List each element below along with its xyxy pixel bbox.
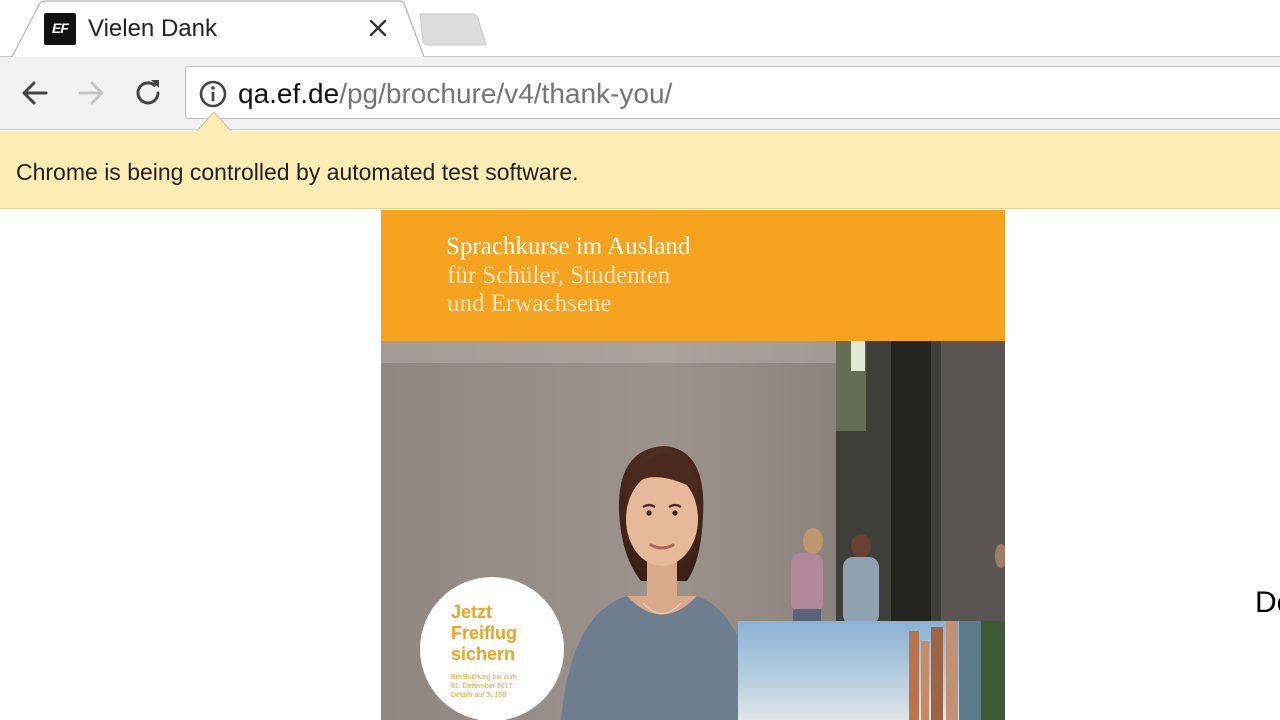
url-path: /pg/brochure/v4/thank-you/ (339, 78, 673, 109)
brochure-cover: Sprachkurse im Ausland für Schüler, Stud… (381, 210, 1005, 720)
reload-icon[interactable] (129, 74, 167, 112)
badge-small-line3: Details auf S. 108 (451, 692, 507, 699)
badge-line2: Freiflug (451, 623, 517, 643)
brochure-title: Sprachkurse im Ausland (446, 233, 691, 260)
infobar-message: Chrome is being controlled by automated … (16, 159, 579, 185)
info-icon[interactable] (198, 79, 228, 109)
url-host: qa.ef.de (238, 78, 340, 109)
brochure-header-band: Sprachkurse im Ausland für Schüler, Stud… (381, 210, 1005, 341)
brochure-subtitle-line1: für Schüler, Studenten (447, 262, 671, 289)
close-icon[interactable] (364, 14, 392, 42)
tab-strip: EF Vielen Dank (0, 0, 1280, 58)
url-text[interactable]: qa.ef.de/pg/brochure/v4/thank-you/ (238, 77, 672, 111)
brochure-subtitle-line2: und Erwachsene (447, 290, 612, 317)
promo-badge[interactable]: Jetzt Freiflug sichern Bei Buchung bis z… (420, 577, 564, 720)
browser-toolbar: qa.ef.de/pg/brochure/v4/thank-you/ (0, 57, 1280, 130)
badge-line1: Jetzt (451, 602, 493, 622)
ef-logo-icon: EF (44, 13, 76, 45)
cut-off-text: De (1255, 586, 1280, 619)
back-arrow-icon[interactable] (16, 74, 54, 112)
page-content: Sprachkurse im Ausland für Schüler, Stud… (0, 210, 1280, 720)
address-bar[interactable]: qa.ef.de/pg/brochure/v4/thank-you/ (185, 66, 1280, 119)
new-tab-icon[interactable] (418, 12, 488, 48)
infobar-arrow (197, 111, 231, 132)
badge-line3: sichern (451, 644, 516, 664)
tab-title[interactable]: Vielen Dank (88, 14, 217, 44)
badge-small-line2: 31. Dezember 2017. (451, 683, 515, 690)
forward-arrow-icon[interactable] (72, 74, 110, 112)
badge-small-line1: Bei Buchung bis zum (451, 674, 517, 681)
